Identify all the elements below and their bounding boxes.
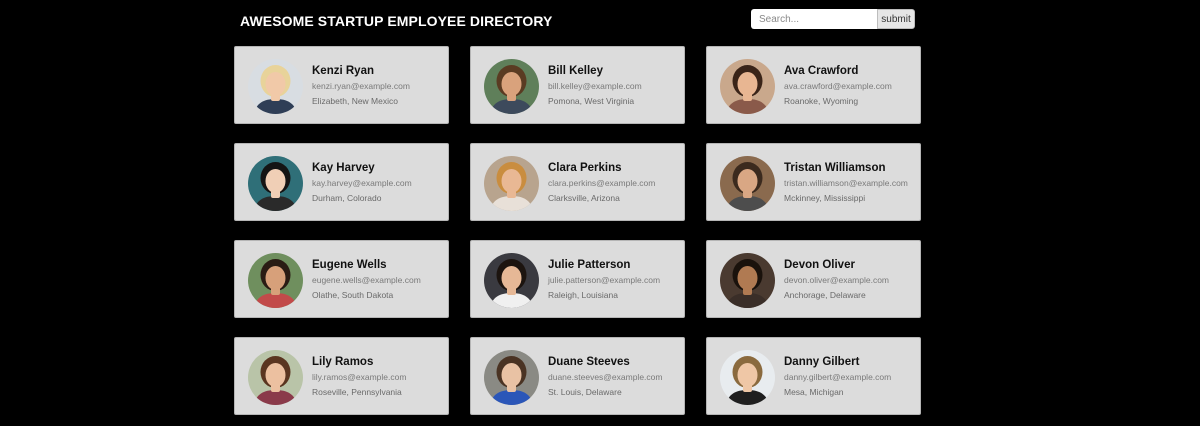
employee-card[interactable]: Devon Oliver devon.oliver@example.com An… (706, 240, 921, 318)
employee-location: Mckinney, Mississippi (784, 193, 866, 203)
employee-card[interactable]: Clara Perkins clara.perkins@example.com … (470, 143, 685, 221)
page-title: AWESOME STARTUP EMPLOYEE DIRECTORY (240, 13, 553, 29)
employee-location: Mesa, Michigan (784, 387, 844, 397)
employee-info: Kenzi Ryan kenzi.ryan@example.com Elizab… (312, 64, 446, 107)
employee-name: Tristan Williamson (784, 162, 886, 174)
employee-card[interactable]: Duane Steeves duane.steeves@example.com … (470, 337, 685, 415)
avatar-photo (720, 350, 775, 405)
avatar (248, 156, 303, 211)
employee-name: Kenzi Ryan (312, 65, 374, 77)
employee-card[interactable]: Kenzi Ryan kenzi.ryan@example.com Elizab… (234, 46, 449, 124)
avatar (484, 59, 539, 114)
employee-name: Eugene Wells (312, 259, 387, 271)
avatar-photo (484, 59, 539, 114)
avatar (720, 253, 775, 308)
employee-email: clara.perkins@example.com (548, 178, 656, 188)
employee-card[interactable]: Ava Crawford ava.crawford@example.com Ro… (706, 46, 921, 124)
employee-location: Anchorage, Delaware (784, 290, 866, 300)
employee-email: danny.gilbert@example.com (784, 372, 892, 382)
submit-button[interactable]: submit (877, 9, 915, 29)
employee-location: Roseville, Pennsylvania (312, 387, 402, 397)
header-bar: AWESOME STARTUP EMPLOYEE DIRECTORY submi… (0, 0, 1200, 44)
employee-email: kay.harvey@example.com (312, 178, 412, 188)
employee-info: Devon Oliver devon.oliver@example.com An… (784, 258, 918, 301)
employee-card[interactable]: Julie Patterson julie.patterson@example.… (470, 240, 685, 318)
employee-info: Ava Crawford ava.crawford@example.com Ro… (784, 64, 918, 107)
avatar-photo (484, 156, 539, 211)
employee-location: Elizabeth, New Mexico (312, 96, 398, 106)
employee-card[interactable]: Bill Kelley bill.kelley@example.com Pomo… (470, 46, 685, 124)
avatar-photo (720, 156, 775, 211)
employee-name: Clara Perkins (548, 162, 622, 174)
employee-info: Eugene Wells eugene.wells@example.com Ol… (312, 258, 446, 301)
employee-name: Ava Crawford (784, 65, 859, 77)
search-form: submit (751, 9, 915, 29)
employee-name: Julie Patterson (548, 259, 631, 271)
employee-card[interactable]: Danny Gilbert danny.gilbert@example.com … (706, 337, 921, 415)
avatar (720, 350, 775, 405)
avatar-photo (484, 350, 539, 405)
employee-grid: Kenzi Ryan kenzi.ryan@example.com Elizab… (234, 46, 924, 415)
employee-location: Roanoke, Wyoming (784, 96, 859, 106)
avatar-photo (248, 253, 303, 308)
avatar (248, 59, 303, 114)
search-input[interactable] (751, 9, 877, 29)
employee-info: Clara Perkins clara.perkins@example.com … (548, 161, 682, 204)
employee-name: Kay Harvey (312, 162, 375, 174)
avatar-photo (248, 350, 303, 405)
employee-info: Duane Steeves duane.steeves@example.com … (548, 355, 682, 398)
avatar (720, 59, 775, 114)
avatar (484, 253, 539, 308)
employee-name: Devon Oliver (784, 259, 855, 271)
employee-card[interactable]: Eugene Wells eugene.wells@example.com Ol… (234, 240, 449, 318)
avatar (484, 350, 539, 405)
avatar (248, 350, 303, 405)
avatar-photo (248, 156, 303, 211)
employee-card[interactable]: Tristan Williamson tristan.williamson@ex… (706, 143, 921, 221)
employee-info: Kay Harvey kay.harvey@example.com Durham… (312, 161, 446, 204)
employee-email: tristan.williamson@example.com (784, 178, 908, 188)
employee-card[interactable]: Lily Ramos lily.ramos@example.com Rosevi… (234, 337, 449, 415)
employee-name: Danny Gilbert (784, 356, 860, 368)
avatar-photo (720, 59, 775, 114)
employee-location: Clarksville, Arizona (548, 193, 620, 203)
employee-email: julie.patterson@example.com (548, 275, 661, 285)
employee-name: Duane Steeves (548, 356, 630, 368)
employee-info: Bill Kelley bill.kelley@example.com Pomo… (548, 64, 682, 107)
avatar (248, 253, 303, 308)
employee-location: Raleigh, Louisiana (548, 290, 618, 300)
employee-info: Danny Gilbert danny.gilbert@example.com … (784, 355, 918, 398)
employee-name: Lily Ramos (312, 356, 374, 368)
avatar (720, 156, 775, 211)
employee-info: Tristan Williamson tristan.williamson@ex… (784, 161, 918, 204)
employee-email: lily.ramos@example.com (312, 372, 407, 382)
employee-location: Durham, Colorado (312, 193, 382, 203)
employee-email: ava.crawford@example.com (784, 81, 892, 91)
avatar-photo (720, 253, 775, 308)
employee-location: Olathe, South Dakota (312, 290, 394, 300)
employee-email: eugene.wells@example.com (312, 275, 421, 285)
employee-email: duane.steeves@example.com (548, 372, 663, 382)
avatar-photo (484, 253, 539, 308)
employee-location: St. Louis, Delaware (548, 387, 622, 397)
employee-email: kenzi.ryan@example.com (312, 81, 410, 91)
avatar (484, 156, 539, 211)
employee-location: Pomona, West Virginia (548, 96, 635, 106)
employee-info: Julie Patterson julie.patterson@example.… (548, 258, 682, 301)
employee-email: bill.kelley@example.com (548, 81, 642, 91)
employee-email: devon.oliver@example.com (784, 275, 890, 285)
avatar-photo (248, 59, 303, 114)
employee-name: Bill Kelley (548, 65, 603, 77)
employee-card[interactable]: Kay Harvey kay.harvey@example.com Durham… (234, 143, 449, 221)
employee-info: Lily Ramos lily.ramos@example.com Rosevi… (312, 355, 446, 398)
